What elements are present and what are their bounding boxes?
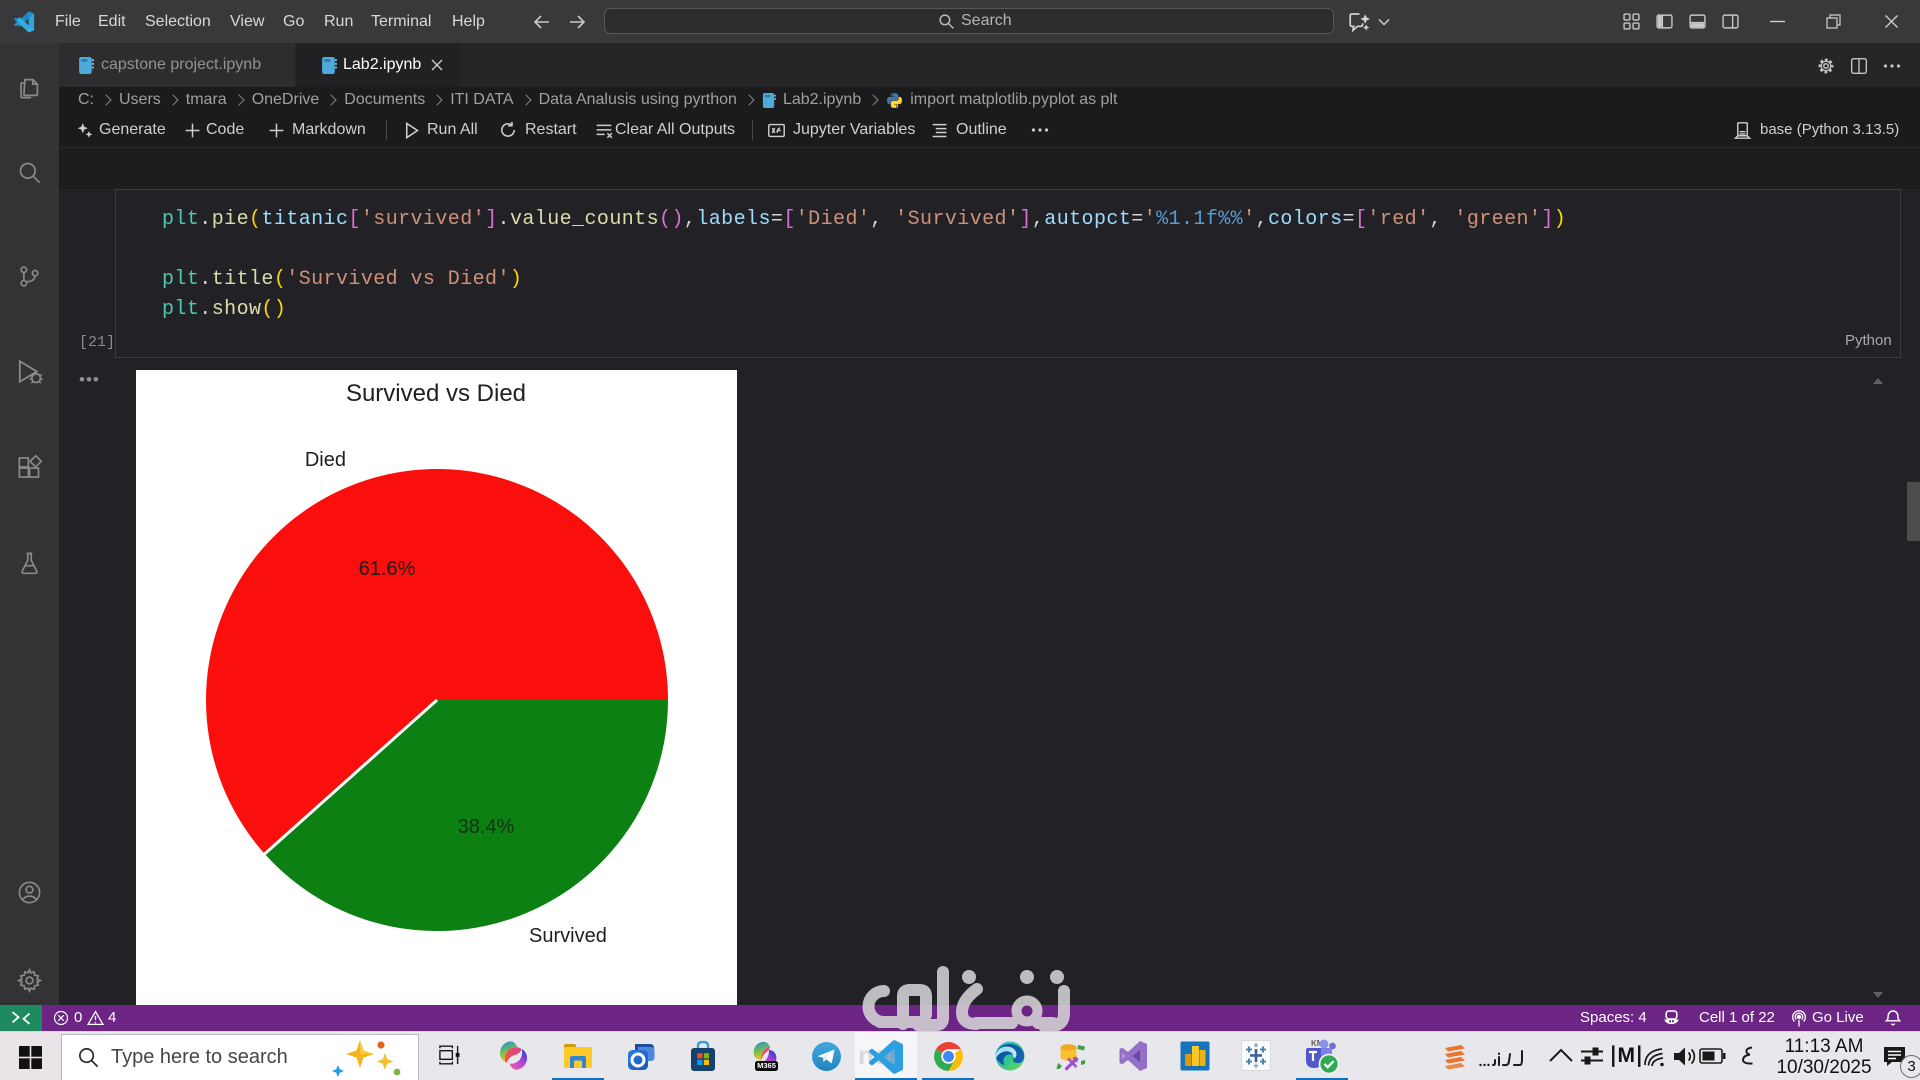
svg-text:Survived vs Died: Survived vs Died bbox=[346, 380, 526, 407]
svg-text:Died: Died bbox=[305, 449, 346, 471]
svg-text:Survived: Survived bbox=[529, 925, 607, 947]
svg-text:38.4%: 38.4% bbox=[458, 816, 515, 838]
svg-text:61.6%: 61.6% bbox=[359, 558, 416, 580]
